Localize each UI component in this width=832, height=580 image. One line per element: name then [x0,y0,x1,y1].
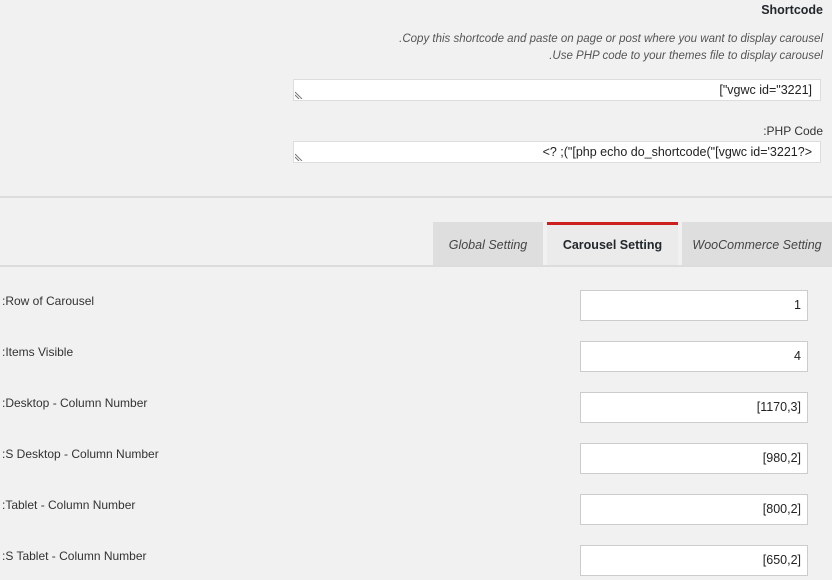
php-code-value: <? ;("[php echo do_shortcode("[vgwc id='… [542,145,812,159]
shortcode-section: Shortcode .Copy this shortcode and paste… [0,0,832,196]
tablet-column-number-label: :Tablet - Column Number [2,498,136,512]
tab-carousel-setting[interactable]: Carousel Setting [547,222,678,266]
small-tablet-column-number-label: :S Tablet - Column Number [2,549,147,563]
settings-section: Global Setting Carousel Setting WooComme… [0,198,832,580]
shortcode-textarea[interactable]: ["vgwc id="3221] [293,79,821,101]
row-of-carousel-label: :Row of Carousel [2,294,95,308]
row-of-carousel-input[interactable]: 1 [580,290,808,321]
tabs-underline [0,265,832,267]
shortcode-value: ["vgwc id="3221] [719,83,812,97]
desktop-column-number-label: :Desktop - Column Number [2,396,148,410]
resize-grip-icon[interactable] [295,91,303,99]
small-tablet-column-number-input[interactable]: [650,2] [580,545,808,576]
small-desktop-column-number-label: :S Desktop - Column Number [2,447,159,461]
desktop-column-number-input[interactable]: [1170,3] [580,392,808,423]
shortcode-description-line2: .Use PHP code to your themes file to dis… [549,50,823,62]
shortcode-title: Shortcode [761,3,823,17]
items-visible-input[interactable]: 4 [580,341,808,372]
shortcode-description-line1: .Copy this shortcode and paste on page o… [399,33,823,45]
settings-tabs: Global Setting Carousel Setting WooComme… [0,198,832,267]
small-desktop-column-number-input[interactable]: [980,2] [580,443,808,474]
resize-grip-icon[interactable] [295,153,303,161]
tab-global-setting[interactable]: Global Setting [433,222,543,266]
items-visible-label: :Items Visible [2,345,74,359]
php-code-textarea[interactable]: <? ;("[php echo do_shortcode("[vgwc id='… [293,141,821,163]
tablet-column-number-input[interactable]: [800,2] [580,494,808,525]
php-code-label: :PHP Code [763,124,823,138]
tab-woocommerce-setting[interactable]: WooCommerce Setting [682,222,832,266]
